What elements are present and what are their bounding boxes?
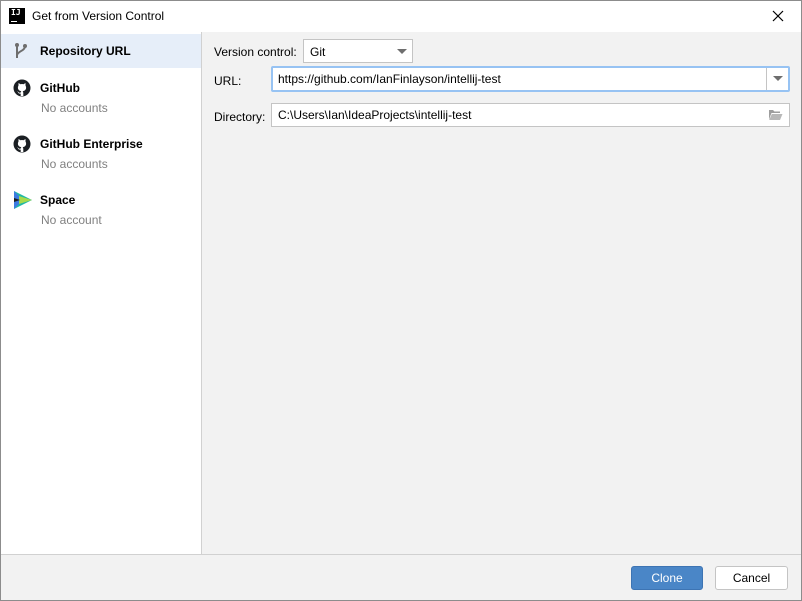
clone-button[interactable]: Clone [631,566,703,590]
version-control-select[interactable]: Git [303,39,413,63]
source-sidebar: Repository URL GitHub No accounts GitHub… [1,32,202,554]
chevron-down-icon [397,49,407,54]
window-title: Get from Version Control [32,9,165,23]
sidebar-item-label: GitHub [40,81,80,95]
intellij-app-icon: IJ [9,8,25,24]
github-icon [13,79,31,97]
title-bar: IJ Get from Version Control [1,1,801,32]
sidebar-item-label: GitHub Enterprise [40,137,143,151]
close-window-button[interactable] [755,1,801,32]
dialog-window: IJ Get from Version Control Repository U… [0,0,802,601]
sidebar-item-label: Repository URL [40,44,131,58]
sidebar-item-repository-url[interactable]: Repository URL [1,34,201,68]
footer-divider [1,554,801,555]
cancel-button[interactable]: Cancel [715,566,788,590]
version-control-label: Version control: [214,45,297,59]
branch-icon [15,43,27,58]
url-history-dropdown-icon[interactable] [773,76,783,81]
sidebar-item-github-enterprise[interactable]: GitHub Enterprise No accounts [1,128,201,180]
url-input[interactable] [273,68,765,90]
directory-input[interactable] [272,104,762,126]
sidebar-item-status: No accounts [41,157,108,171]
app-icon-text: IJ [11,8,21,17]
sidebar-item-space[interactable]: Space No account [1,184,201,236]
browse-folder-icon[interactable] [768,109,783,121]
sidebar-item-label: Space [40,193,76,207]
url-combo [271,66,790,92]
close-icon [772,10,784,22]
directory-label: Directory: [214,110,266,124]
space-icon [14,191,32,209]
sidebar-item-github[interactable]: GitHub No accounts [1,72,201,124]
version-control-value: Git [310,45,326,59]
sidebar-item-status: No account [41,213,102,227]
github-icon [13,135,31,153]
url-label: URL: [214,74,242,88]
directory-field [271,103,790,127]
sidebar-item-status: No accounts [41,101,108,115]
